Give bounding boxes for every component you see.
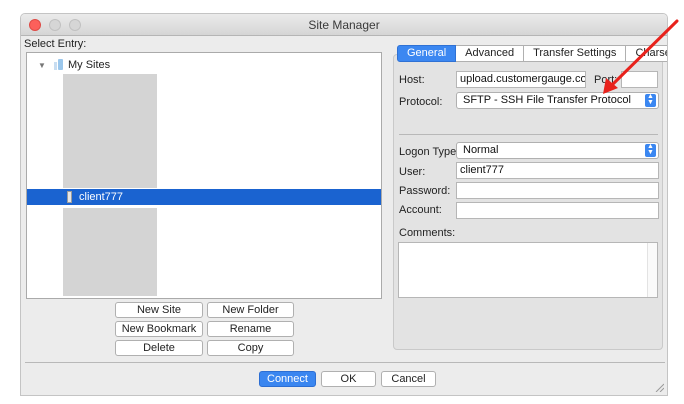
stepper-arrows-icon: ▲ ▼ (645, 93, 656, 107)
account-label: Account: (399, 204, 442, 216)
rename-button[interactable]: Rename (207, 321, 294, 337)
logon-type-select[interactable]: Normal ▲ ▼ (456, 142, 659, 159)
footer-divider (25, 362, 665, 363)
host-input[interactable]: upload.customergauge.co (456, 71, 586, 88)
stepper-arrows-icon: ▲ ▼ (645, 143, 656, 157)
settings-tabs: General Advanced Transfer Settings Chars… (397, 45, 667, 62)
folder-icon (54, 59, 64, 70)
tab-charset[interactable]: Charset (626, 45, 667, 62)
site-tree[interactable]: ▼ My Sites client777 (26, 52, 382, 299)
comments-textarea[interactable] (398, 242, 658, 298)
tree-item-selected[interactable]: client777 (27, 189, 381, 205)
protocol-label: Protocol: (399, 96, 443, 108)
account-input[interactable] (456, 202, 659, 219)
tree-root-my-sites[interactable]: My Sites (68, 59, 110, 71)
password-input[interactable] (456, 182, 659, 199)
user-label: User: (399, 166, 426, 178)
server-icon (67, 191, 72, 203)
left-edge-marks (18, 0, 20, 404)
ok-button[interactable]: OK (321, 371, 376, 387)
user-input[interactable]: client777 (456, 162, 659, 179)
port-label: Port: (594, 74, 618, 86)
comments-scrollbar[interactable] (647, 243, 657, 297)
disclosure-triangle-icon[interactable]: ▼ (38, 61, 46, 70)
logon-type-label: Logon Type: (399, 146, 460, 158)
site-manager-window: Site Manager Select Entry: ▼ My Sites cl… (20, 13, 668, 396)
comments-label: Comments: (399, 227, 456, 239)
window-title: Site Manager (308, 18, 380, 32)
delete-button[interactable]: Delete (115, 340, 203, 356)
host-label: Host: (399, 74, 425, 86)
resize-grip-icon[interactable] (654, 382, 664, 392)
password-label: Password: (399, 185, 451, 197)
new-site-button[interactable]: New Site (115, 302, 203, 318)
tree-item-label: client777 (79, 191, 124, 203)
cancel-button[interactable]: Cancel (381, 371, 436, 387)
logon-type-value: Normal (463, 144, 499, 156)
select-entry-label: Select Entry: (24, 38, 87, 50)
copy-button[interactable]: Copy (207, 340, 294, 356)
title-bar[interactable]: Site Manager (21, 14, 667, 36)
protocol-value: SFTP - SSH File Transfer Protocol (463, 94, 631, 106)
section-divider (399, 134, 658, 135)
new-bookmark-button[interactable]: New Bookmark (115, 321, 203, 337)
new-folder-button[interactable]: New Folder (207, 302, 294, 318)
tab-general[interactable]: General (397, 45, 457, 62)
connect-button[interactable]: Connect (259, 371, 316, 387)
port-input[interactable] (621, 71, 658, 88)
tab-advanced[interactable]: Advanced (456, 45, 525, 62)
tab-transfer-settings[interactable]: Transfer Settings (524, 45, 627, 62)
protocol-select[interactable]: SFTP - SSH File Transfer Protocol ▲ ▼ (456, 92, 659, 109)
redacted-entries-top (63, 74, 157, 188)
redacted-entries-bottom (63, 208, 157, 296)
